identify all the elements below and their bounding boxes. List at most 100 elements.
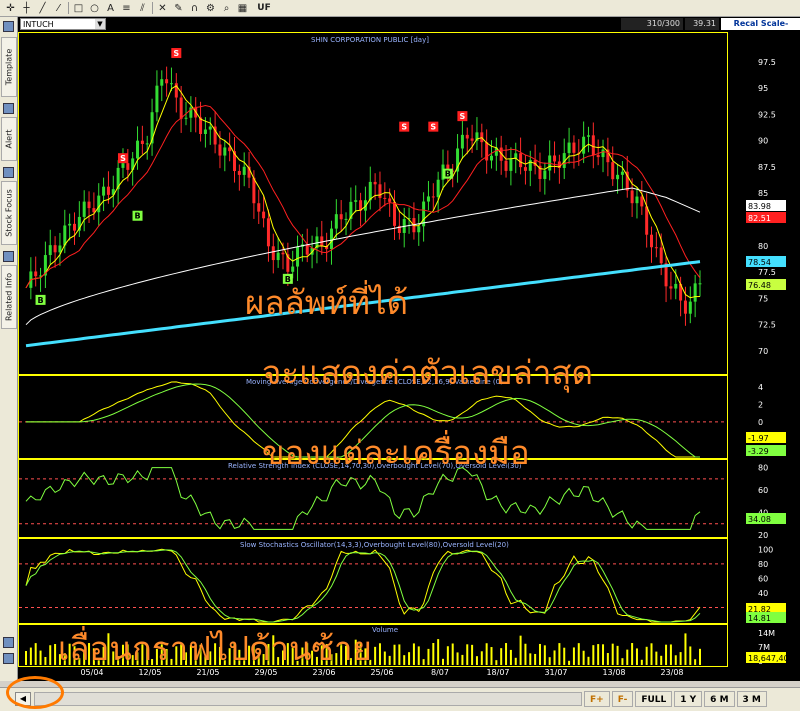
volume-bar — [650, 643, 653, 665]
volume-bar — [577, 643, 580, 665]
buy-signal-label: B — [445, 170, 451, 179]
magnet-icon[interactable]: ∩ — [188, 2, 201, 15]
settings-icon[interactable]: ⚙ — [204, 2, 217, 15]
tab-alert[interactable]: Alert — [1, 117, 17, 161]
candle-body — [334, 214, 338, 229]
recal-scale-button[interactable]: Recal Scale-Linear — [721, 18, 800, 40]
price-panel-title: SHIN CORPORATION PUBLIC [day] — [311, 36, 429, 44]
stoch-k-line — [25, 548, 701, 623]
save-icon[interactable] — [3, 637, 14, 648]
zoom-icon[interactable]: ⌕ — [220, 2, 233, 15]
month-label: Aug — [551, 677, 567, 681]
bottom-bar: ◀ F+ F- FULL 1 Y 6 M 3 M — [0, 687, 800, 711]
tab-related-info[interactable]: Related Info — [1, 265, 17, 329]
volume-bar — [519, 635, 522, 665]
text-icon[interactable]: A — [104, 2, 117, 15]
symbol-input[interactable]: INTUCH ▼ — [20, 18, 106, 30]
candle-body — [620, 171, 624, 175]
candle-body — [140, 140, 144, 144]
candle-body — [228, 147, 232, 152]
candle-body — [121, 163, 125, 168]
annotation-each-tool: ของแต่ละเครื่องมือ — [262, 433, 530, 472]
crosshair-icon[interactable]: ┼ — [20, 2, 33, 15]
volume-bar — [694, 659, 697, 665]
pin-icon[interactable] — [3, 21, 14, 32]
date-tick-label: 23/08 — [660, 668, 683, 677]
candle-body — [417, 226, 421, 233]
volume-bar — [592, 645, 595, 665]
volume-bar — [417, 646, 420, 665]
ellipse-icon[interactable]: ○ — [88, 2, 101, 15]
range-3m-button[interactable]: 3 M — [736, 691, 767, 707]
month-label: Jul — [405, 677, 416, 681]
rsi-value: 34.08 — [748, 515, 771, 524]
candle-body — [504, 160, 508, 171]
print-icon[interactable] — [3, 653, 14, 664]
date-tick-label: 13/08 — [602, 668, 625, 677]
volume-bar — [509, 649, 512, 665]
fibonacci-icon[interactable]: ≡ — [120, 2, 133, 15]
range-1y-button[interactable]: 1 Y — [674, 691, 703, 707]
focus-icon[interactable] — [3, 167, 14, 178]
volume-bar — [54, 644, 57, 665]
volume-bar — [602, 644, 605, 665]
candle-body — [582, 136, 586, 154]
candle-body — [145, 143, 149, 145]
layout-icon[interactable]: ▦ — [236, 2, 249, 15]
candle-body — [223, 147, 227, 156]
stoch-tick-label: 80 — [758, 560, 768, 569]
app-window: ✛ ┼ ╱ ⁄ □ ○ A ≡ ⫽ ✕ ✎ ∩ ⚙ ⌕ ▦ UF INTUCH … — [0, 0, 800, 711]
tab-template[interactable]: Template — [1, 37, 17, 97]
cursor-icon[interactable]: ✛ — [4, 2, 17, 15]
volume-bar — [514, 657, 517, 665]
volume-bar — [25, 651, 27, 665]
candle-body — [426, 196, 430, 202]
tab-stock-focus[interactable]: Stock Focus — [1, 181, 17, 245]
price-tick-label: 92.5 — [758, 110, 776, 119]
volume-bar — [597, 644, 600, 665]
bell-icon[interactable] — [3, 103, 14, 114]
candle-body — [368, 181, 372, 201]
volume-bar — [587, 656, 590, 665]
horizontal-scrollbar[interactable] — [34, 692, 582, 706]
zoom-in-button[interactable]: F+ — [584, 691, 610, 707]
range-6m-button[interactable]: 6 M — [704, 691, 735, 707]
bar-counter: 310/300 — [621, 18, 683, 30]
price-tick-label: 72.5 — [758, 321, 776, 330]
volume-bar — [534, 653, 537, 665]
zoom-out-button[interactable]: F- — [611, 691, 634, 707]
channel-icon[interactable]: ⫽ — [136, 2, 149, 15]
pencil-icon[interactable]: ✎ — [172, 2, 185, 15]
candle-body — [465, 134, 469, 139]
candle-body — [601, 149, 605, 158]
rectangle-icon[interactable]: □ — [72, 2, 85, 15]
candle-body — [208, 126, 212, 130]
range-full-button[interactable]: FULL — [635, 691, 673, 707]
last-price-readout: 39.31 — [685, 18, 719, 30]
trendline-icon[interactable]: ╱ — [36, 2, 49, 15]
tab-template-label: Template — [4, 48, 14, 86]
candle-body — [82, 201, 86, 217]
candle-body — [489, 155, 493, 161]
volume-bar — [674, 655, 677, 665]
chevron-down-icon[interactable]: ▼ — [95, 19, 105, 29]
volume-bar — [388, 655, 391, 665]
candle-body — [257, 203, 261, 212]
info-icon[interactable] — [3, 251, 14, 262]
volume-bar — [427, 648, 430, 665]
volume-bar — [461, 654, 464, 665]
volume-bar — [408, 652, 411, 665]
candle-body — [165, 79, 169, 84]
ma-medium-line — [25, 104, 701, 289]
volume-bar — [466, 644, 469, 665]
candle-body — [635, 196, 639, 204]
volume-bar — [665, 644, 668, 665]
volume-tick-label: 14M — [758, 629, 775, 638]
candle-body — [296, 246, 300, 267]
volume-bar — [480, 651, 483, 665]
uf-button[interactable]: UF — [252, 2, 276, 15]
ray-icon[interactable]: ⁄ — [52, 2, 65, 15]
candle-body — [436, 179, 440, 198]
candle-body — [252, 177, 256, 204]
delete-icon[interactable]: ✕ — [156, 2, 169, 15]
